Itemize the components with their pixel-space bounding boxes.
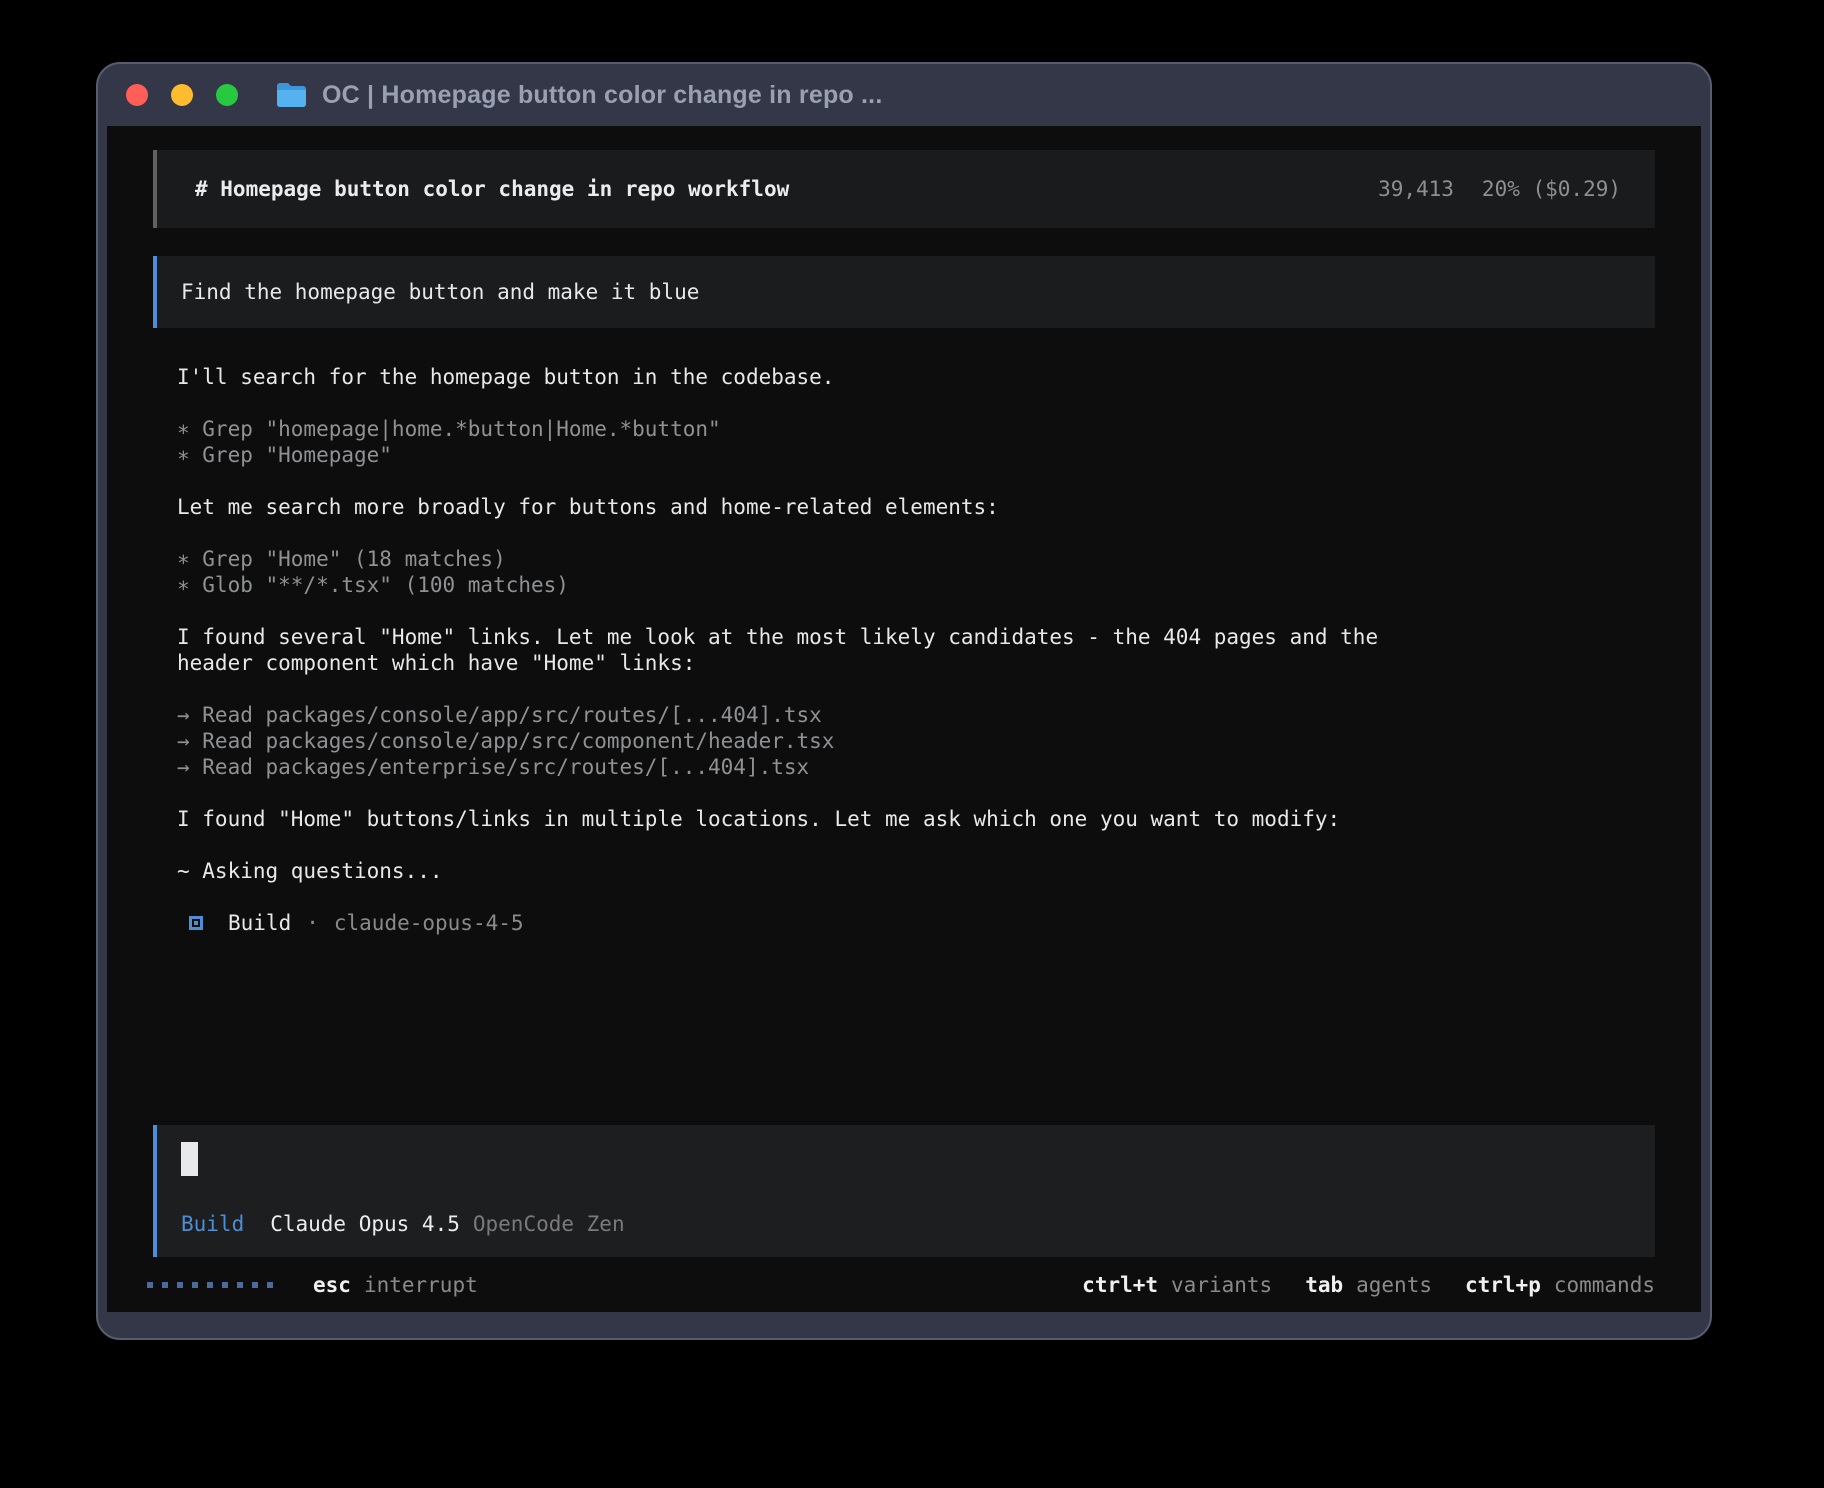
transcript-line: → Read packages/enterprise/src/routes/[.…	[177, 754, 1433, 780]
spinner-dot	[192, 1282, 198, 1288]
terminal-view: # Homepage button color change in repo w…	[107, 126, 1701, 1312]
interrupt-hint: esc interrupt	[313, 1272, 478, 1298]
spinner-dot	[267, 1282, 273, 1288]
spinner-dot	[237, 1282, 243, 1288]
hint-key: tab	[1305, 1272, 1343, 1298]
user-message: Find the homepage button and make it blu…	[153, 256, 1655, 328]
hint-key: ctrl+p	[1465, 1272, 1541, 1298]
transcript-line: → Read packages/console/app/src/routes/[…	[177, 702, 1433, 728]
terminal-window: OC | Homepage button color change in rep…	[96, 62, 1712, 1340]
keyboard-hint: tab agents	[1305, 1272, 1432, 1298]
separator-dot: ·	[306, 910, 319, 936]
minimize-button[interactable]	[171, 84, 193, 106]
spinner-dot	[207, 1282, 213, 1288]
keyboard-hint: ctrl+t variants	[1082, 1272, 1272, 1298]
spinner-dot	[147, 1282, 153, 1288]
spinner-dot	[252, 1282, 258, 1288]
esc-key: esc	[313, 1272, 351, 1298]
title-bar: OC | Homepage button color change in rep…	[98, 64, 1710, 126]
hint-label: variants	[1171, 1272, 1272, 1298]
transcript-line	[177, 598, 1433, 624]
active-agent: Build	[181, 1211, 244, 1237]
hint-label: agents	[1356, 1272, 1432, 1298]
transcript-line	[177, 390, 1433, 416]
keyboard-hints: ctrl+t variants tab agents ctrl+p comman…	[1082, 1272, 1655, 1298]
session-header: # Homepage button color change in repo w…	[153, 150, 1655, 228]
transcript-spacer	[153, 936, 1655, 1125]
working-spinner-icon	[147, 1282, 273, 1288]
agent-status-line: Build · claude-opus-4-5	[153, 910, 1655, 936]
agent-model: claude-opus-4-5	[334, 910, 524, 936]
context-cost: 20% ($0.29)	[1482, 176, 1621, 202]
model-status-row: Build Claude Opus 4.5 OpenCode Zen	[181, 1211, 1631, 1237]
session-title: # Homepage button color change in repo w…	[195, 176, 789, 202]
transcript-line: ∗ Grep "Homepage"	[177, 442, 1433, 468]
agent-name: Build	[228, 910, 291, 936]
transcript-line: I'll search for the homepage button in t…	[177, 364, 1433, 390]
transcript-line	[177, 832, 1433, 858]
user-message-text: Find the homepage button and make it blu…	[181, 279, 699, 305]
transcript-line: I found "Home" buttons/links in multiple…	[177, 806, 1433, 832]
assistant-transcript: I'll search for the homepage button in t…	[153, 364, 1433, 884]
transcript-line: ∗ Grep "homepage|home.*button|Home.*butt…	[177, 416, 1433, 442]
zoom-button[interactable]	[216, 84, 238, 106]
active-model: Claude Opus 4.5	[270, 1211, 460, 1237]
transcript-line	[177, 468, 1433, 494]
window-title: OC | Homepage button color change in rep…	[322, 81, 882, 110]
token-count: 39,413	[1378, 176, 1454, 202]
transcript-line: → Read packages/console/app/src/componen…	[177, 728, 1433, 754]
transcript-line	[177, 780, 1433, 806]
transcript-line	[177, 520, 1433, 546]
text-cursor	[181, 1142, 198, 1176]
model-provider: OpenCode Zen	[473, 1211, 625, 1237]
hint-label: commands	[1554, 1272, 1655, 1298]
close-button[interactable]	[126, 84, 148, 106]
transcript-line	[177, 676, 1433, 702]
window-bottom-chrome	[98, 1312, 1710, 1338]
folder-icon	[276, 82, 307, 108]
transcript-line: ∗ Glob "**/*.tsx" (100 matches)	[177, 572, 1433, 598]
keyboard-hint: ctrl+p commands	[1465, 1272, 1655, 1298]
status-bar: esc interrupt ctrl+t variants tab agents	[153, 1257, 1655, 1312]
hint-key: ctrl+t	[1082, 1272, 1158, 1298]
traffic-lights	[126, 84, 238, 106]
transcript-line: Let me search more broadly for buttons a…	[177, 494, 1433, 520]
spinner-dot	[162, 1282, 168, 1288]
interrupt-label: interrupt	[364, 1272, 478, 1298]
prompt-input[interactable]: Build Claude Opus 4.5 OpenCode Zen	[153, 1125, 1655, 1257]
spinner-dot	[177, 1282, 183, 1288]
agent-build-icon	[189, 916, 203, 930]
session-metrics: 39,413 20% ($0.29)	[1378, 176, 1621, 202]
transcript-line: I found several "Home" links. Let me loo…	[177, 624, 1433, 676]
spinner-dot	[222, 1282, 228, 1288]
transcript-line: ~ Asking questions...	[177, 858, 1433, 884]
transcript-line: ∗ Grep "Home" (18 matches)	[177, 546, 1433, 572]
